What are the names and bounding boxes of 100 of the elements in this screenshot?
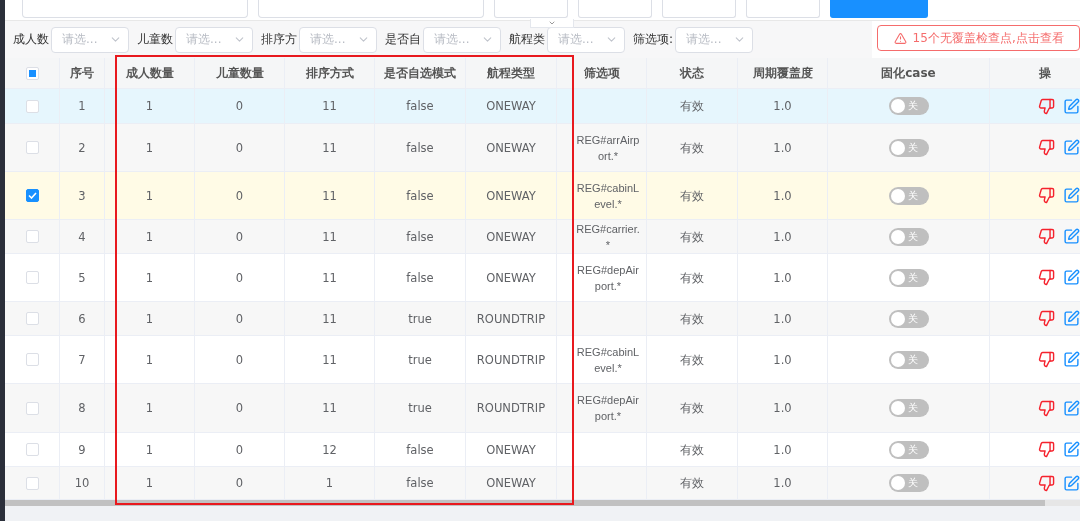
table-cell: 1 [145, 98, 154, 114]
thumbs-down-icon[interactable] [1038, 228, 1055, 245]
table-cell: 有效 [680, 139, 704, 156]
edit-icon[interactable] [1063, 399, 1080, 417]
table-cell: 0 [235, 400, 244, 416]
table-cell: ROUNDTRIP [476, 310, 546, 327]
table-cell: 11 [322, 351, 337, 368]
table-cell: 有效 [680, 400, 704, 416]
table-cell: 0 [235, 187, 244, 204]
table-cell: 4 [78, 228, 86, 245]
table-cell: false [406, 187, 434, 204]
thumbs-down-icon[interactable] [1038, 399, 1055, 417]
filter-label: 排序方 [261, 31, 297, 48]
edit-icon[interactable] [1063, 97, 1080, 115]
table-cell: true [408, 400, 432, 416]
column-header: 排序方式 [285, 58, 375, 88]
table-cell: 1 [145, 310, 154, 327]
table-cell: ONEWAY [486, 139, 536, 156]
table-cell: 1 [145, 441, 154, 458]
thumbs-down-icon[interactable] [1038, 310, 1055, 327]
table-cell: 9 [78, 441, 86, 458]
edit-icon[interactable] [1063, 474, 1080, 492]
select-all-checkbox[interactable] [25, 66, 39, 80]
table-cell: 7 [78, 351, 86, 368]
thumbs-down-icon[interactable] [1038, 441, 1055, 458]
filter-select[interactable]: 请选... [299, 26, 377, 53]
table-cell: 8 [78, 400, 86, 416]
table-cell: 0 [235, 269, 244, 286]
table-cell: 1.0 [773, 310, 792, 327]
thumbs-down-icon[interactable] [1038, 97, 1055, 115]
table-cell: 11 [322, 139, 337, 156]
table-cell: false [406, 228, 434, 245]
table-cell: 1 [325, 475, 334, 491]
table-cell: 0 [235, 441, 244, 458]
column-header: 航程类型 [466, 58, 557, 88]
table-cell-text: REG#depAirport.* [576, 393, 640, 424]
edit-icon[interactable] [1063, 310, 1080, 327]
edit-icon[interactable] [1063, 351, 1080, 368]
table-cell: 1.0 [773, 441, 792, 458]
thumbs-down-icon[interactable] [1038, 351, 1055, 368]
column-header: 固化case [828, 58, 990, 88]
edit-icon[interactable] [1063, 228, 1080, 245]
filter-select[interactable]: 请选... [675, 26, 754, 53]
table-cell: false [406, 441, 434, 458]
column-header: 操 [990, 58, 1080, 88]
table-cell: 0 [235, 351, 244, 368]
table-cell: 1 [145, 400, 154, 416]
filter-select[interactable]: 请选... [423, 26, 501, 53]
table-cell: 11 [322, 228, 337, 245]
table-cell: 0 [235, 139, 244, 156]
thumbs-down-icon[interactable] [1038, 187, 1055, 204]
column-header: 儿童数量 [195, 58, 285, 88]
column-header: 序号 [60, 58, 105, 88]
table-cell: ONEWAY [486, 228, 536, 245]
table-cell: 1.0 [773, 269, 792, 286]
filter-label: 筛选项: [633, 31, 674, 48]
dropdown-field[interactable] [258, 0, 484, 18]
filter-label: 成人数 [13, 31, 49, 48]
thumbs-down-icon[interactable] [1038, 269, 1055, 286]
table-cell: 有效 [680, 269, 704, 286]
thumbs-down-icon[interactable] [1038, 474, 1055, 492]
table-cell-text: REG#arrAirport.* [576, 132, 640, 164]
alert-button[interactable]: 15个无覆盖检查点,点击查看 [877, 25, 1080, 51]
row-checkbox[interactable] [25, 189, 39, 202]
table-cell: 12 [322, 441, 337, 458]
edit-icon[interactable] [1063, 441, 1080, 458]
column-header: 状态 [647, 58, 738, 88]
edit-icon[interactable] [1063, 187, 1080, 204]
table-cell-text: REG#carrier.* [576, 221, 640, 253]
table-cell: 0 [235, 98, 244, 114]
table-cell: ROUNDTRIP [476, 351, 546, 368]
table-cell: 有效 [680, 228, 704, 245]
edit-icon[interactable] [1063, 269, 1080, 286]
table-cell: true [408, 310, 432, 327]
table-cell: 11 [322, 187, 337, 204]
column-header: 周期覆盖度 [738, 58, 828, 88]
filter-select[interactable]: 请选... [547, 26, 625, 53]
table-cell: 11 [322, 269, 337, 286]
table-cell: 1 [145, 228, 154, 245]
table-cell: 0 [235, 228, 244, 245]
scrollbar-thumb[interactable] [5, 500, 1045, 506]
table-cell: 5 [78, 269, 86, 286]
table-cell: 2 [78, 139, 86, 156]
table-cell: 1.0 [773, 228, 792, 245]
edit-icon[interactable] [1063, 139, 1080, 156]
thumbs-down-icon[interactable] [1038, 139, 1055, 156]
table-cell: 6 [78, 310, 86, 327]
dropdown-field[interactable] [22, 0, 248, 18]
table-cell: ONEWAY [486, 441, 536, 458]
table-cell: 0 [235, 475, 244, 491]
table-cell: 1 [78, 98, 86, 114]
table-cell: 11 [322, 310, 337, 327]
table-cell: 1.0 [773, 475, 792, 491]
column-header: 成人数量 [105, 58, 195, 88]
table-cell: false [406, 139, 434, 156]
table-cell: false [406, 269, 434, 286]
table-cell: 11 [322, 400, 337, 416]
filter-select[interactable]: 请选... [51, 26, 129, 53]
filter-select[interactable]: 请选... [175, 26, 253, 53]
table-cell: 1.0 [773, 139, 792, 156]
